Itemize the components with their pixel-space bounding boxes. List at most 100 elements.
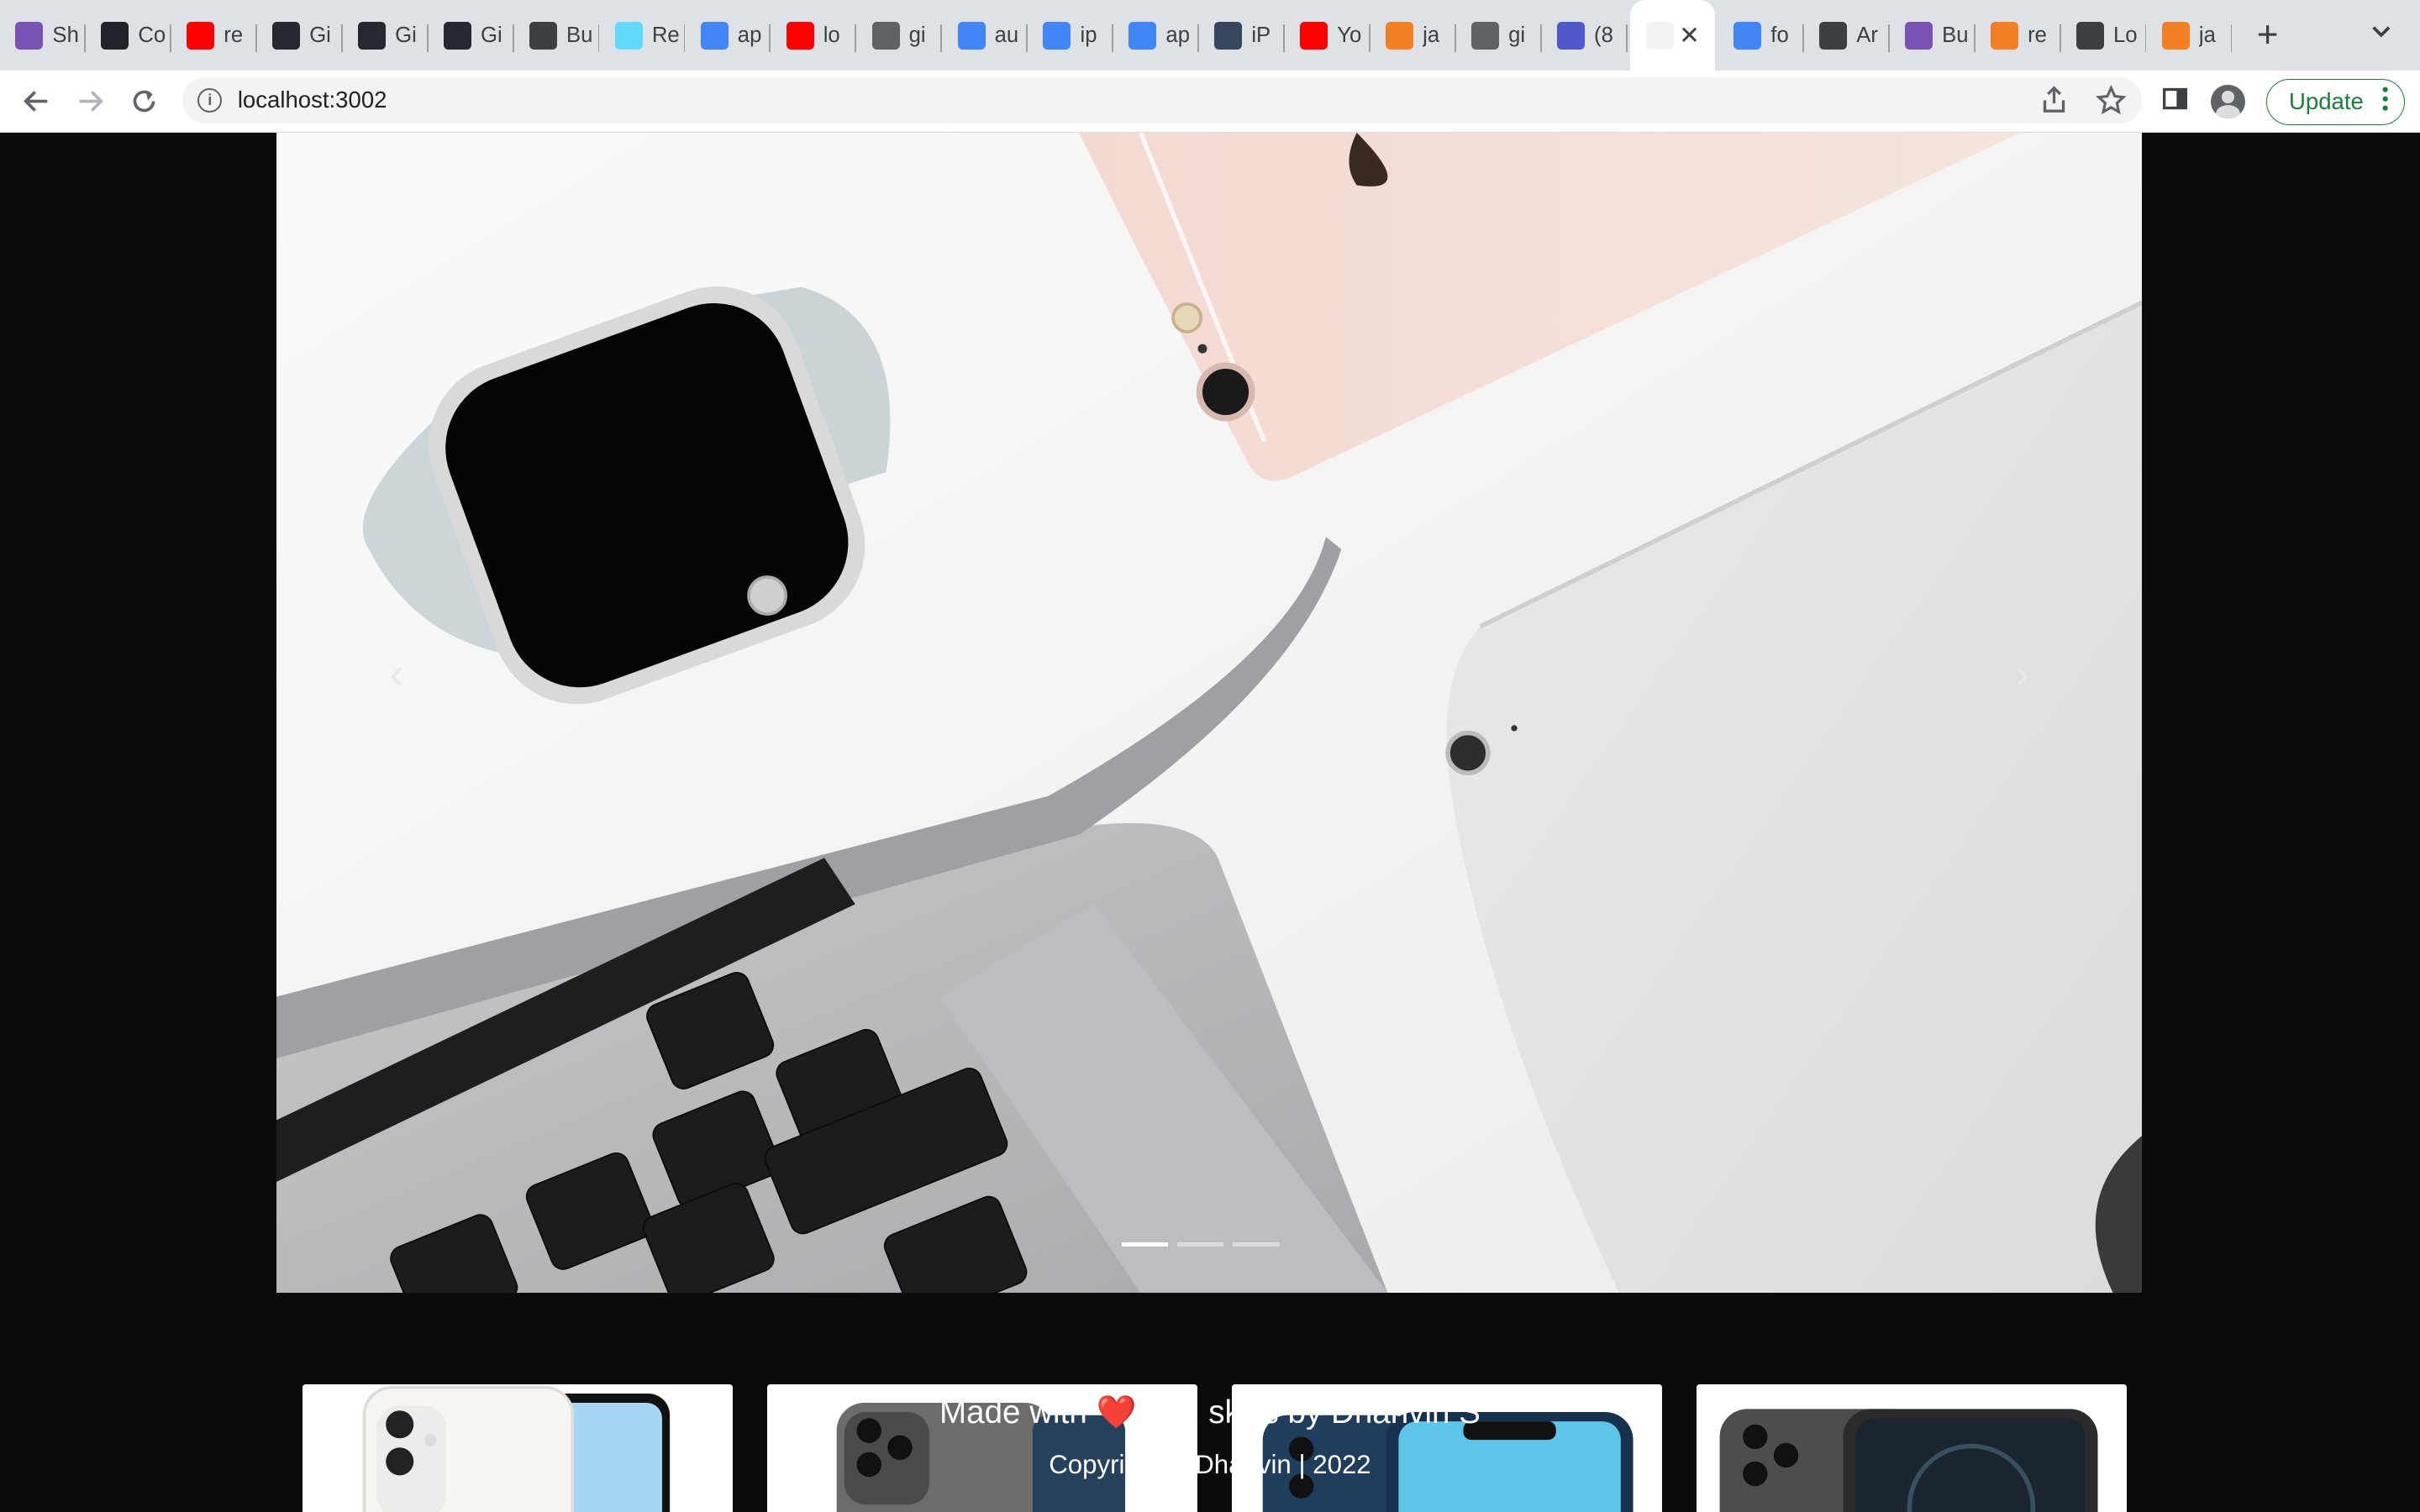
google-icon [1128,21,1157,50]
tab-b-8[interactable]: ap [685,0,772,71]
tab-title: ap [1165,23,1190,47]
reload-icon [133,90,155,113]
update-button[interactable]: Update [2266,78,2405,125]
profile-avatar[interactable] [2211,85,2245,119]
tumblr-icon [1214,21,1243,50]
bootstrap-icon [1905,21,1933,50]
youtube-icon [187,21,215,50]
tab-title: Re [651,23,680,47]
tab-a-1[interactable]: Ar [1804,0,1891,71]
chevron-right-icon: › [2014,648,2029,697]
tab-b-3[interactable]: Gi [257,0,344,71]
page-body: ‹ › Made with ❤️ and skills by Dhanvin S… [0,132,2420,1512]
globe-icon [871,21,900,50]
tab-b-0[interactable]: Sh [0,0,87,71]
share-icon[interactable] [2040,85,2068,123]
tab-b-17[interactable]: gi [1456,0,1543,71]
tab-b-11[interactable]: au [942,0,1028,71]
tab-b-5[interactable]: Gi [429,0,515,71]
back-button[interactable] [9,74,63,129]
stackoverflow-icon [2161,21,2190,50]
youtube-icon [786,21,814,50]
tab-title: Bu [566,23,593,47]
github-icon [443,21,472,50]
address-bar[interactable]: i localhost:3002 [182,76,2143,123]
tab-title: gi [1508,23,1526,47]
stackoverflow-icon [1386,21,1414,50]
tab-title: Lo [2112,23,2138,47]
new-tab-button[interactable]: + [2232,0,2302,71]
tab-b-7[interactable]: Re [599,0,687,71]
chevron-down-icon[interactable] [2370,22,2392,46]
google-icon [1733,21,1762,50]
tab-a-4[interactable]: Lo [2061,0,2148,71]
arrow-left-icon [23,91,47,113]
tab-b-15[interactable]: Yo [1285,0,1371,71]
tab-a-2[interactable]: Bu [1890,0,1976,71]
footer-copyright: Copyright © Dhanvin | 2022 [1049,1450,1371,1480]
chevron-left-icon: ‹ [389,648,404,697]
arrow-right-icon [79,91,103,113]
google-icon [700,21,729,50]
tab-title: Co [138,23,166,47]
carousel-slide-image [276,132,2143,1294]
carousel-indicator[interactable] [1233,1242,1280,1247]
tab-b-4[interactable]: Gi [343,0,429,71]
footer-made-with: Made with ❤️ and skills by Dhanvin S [939,1394,1481,1431]
blank-icon [1645,21,1674,50]
tab-title: iP [1251,23,1271,47]
tab-title: ap [737,23,762,47]
tab-title: Gi [309,23,331,47]
tab-b-18[interactable]: (8 [1542,0,1628,71]
url-text[interactable]: localhost:3002 [238,87,387,113]
tab-title: (8 [1594,23,1613,47]
tab-b-13[interactable]: ap [1113,0,1200,71]
tab-title: Bu [1942,23,1969,47]
tab-b-1[interactable]: Co [86,0,172,71]
carousel-indicator[interactable] [1177,1242,1224,1247]
tab-active[interactable]: ✕ [1630,0,1716,71]
carousel-indicators [1122,1242,1280,1247]
tab-b-9[interactable]: lo [771,0,858,71]
star-icon[interactable] [2096,84,2127,123]
carousel-indicator[interactable] [1122,1242,1169,1247]
tab-strip: Sh Co re Gi Gi Gi Bu Re ap lo gi au ip ap iP Yo ja gi (8 ✕… [0,0,2420,71]
tab-title: gi [908,23,926,47]
tab-b-16[interactable]: ja [1370,0,1457,71]
tab-b-12[interactable]: ip [1028,0,1114,71]
reload-button[interactable] [118,74,171,129]
side-panel-icon[interactable] [2161,85,2189,119]
youtube-icon [1300,21,1328,50]
close-icon[interactable]: ✕ [1679,21,1700,50]
tab-b-14[interactable]: iP [1199,0,1286,71]
teams-icon [1556,21,1585,50]
tab-a-5[interactable]: ja [2146,0,2233,71]
forward-button[interactable] [63,74,117,129]
github-icon [358,21,387,50]
google-icon [957,21,986,50]
globe-icon [1471,21,1500,50]
info-icon[interactable]: i [197,87,223,113]
bootstrap-icon [15,21,44,50]
tab-title: re [2028,23,2047,47]
tab-title: fo [1770,23,1789,47]
tab-b-6[interactable]: Bu [514,0,601,71]
update-label: Update [2289,88,2364,115]
tab-a-0[interactable]: fo [1718,0,1805,71]
tab-a-3[interactable]: re [1975,0,2062,71]
tab-title: Ar [1856,23,1878,47]
mortarboard-icon [1819,21,1848,50]
tab-title: ja [1423,23,1440,47]
hero-carousel[interactable]: ‹ › [276,132,2143,1294]
google-icon [1043,21,1071,50]
tab-title: Yo [1337,23,1362,47]
tab-title: ip [1080,23,1097,47]
tab-title: ja [2198,23,2216,47]
carousel-next-button[interactable]: › [1991,642,2052,703]
tab-title: Gi [395,23,417,47]
tab-b-10[interactable]: gi [856,0,944,71]
github-icon [272,21,301,50]
carousel-prev-button[interactable]: ‹ [366,642,427,703]
tab-b-2[interactable]: re [171,0,258,71]
tab-title: au [994,23,1019,47]
